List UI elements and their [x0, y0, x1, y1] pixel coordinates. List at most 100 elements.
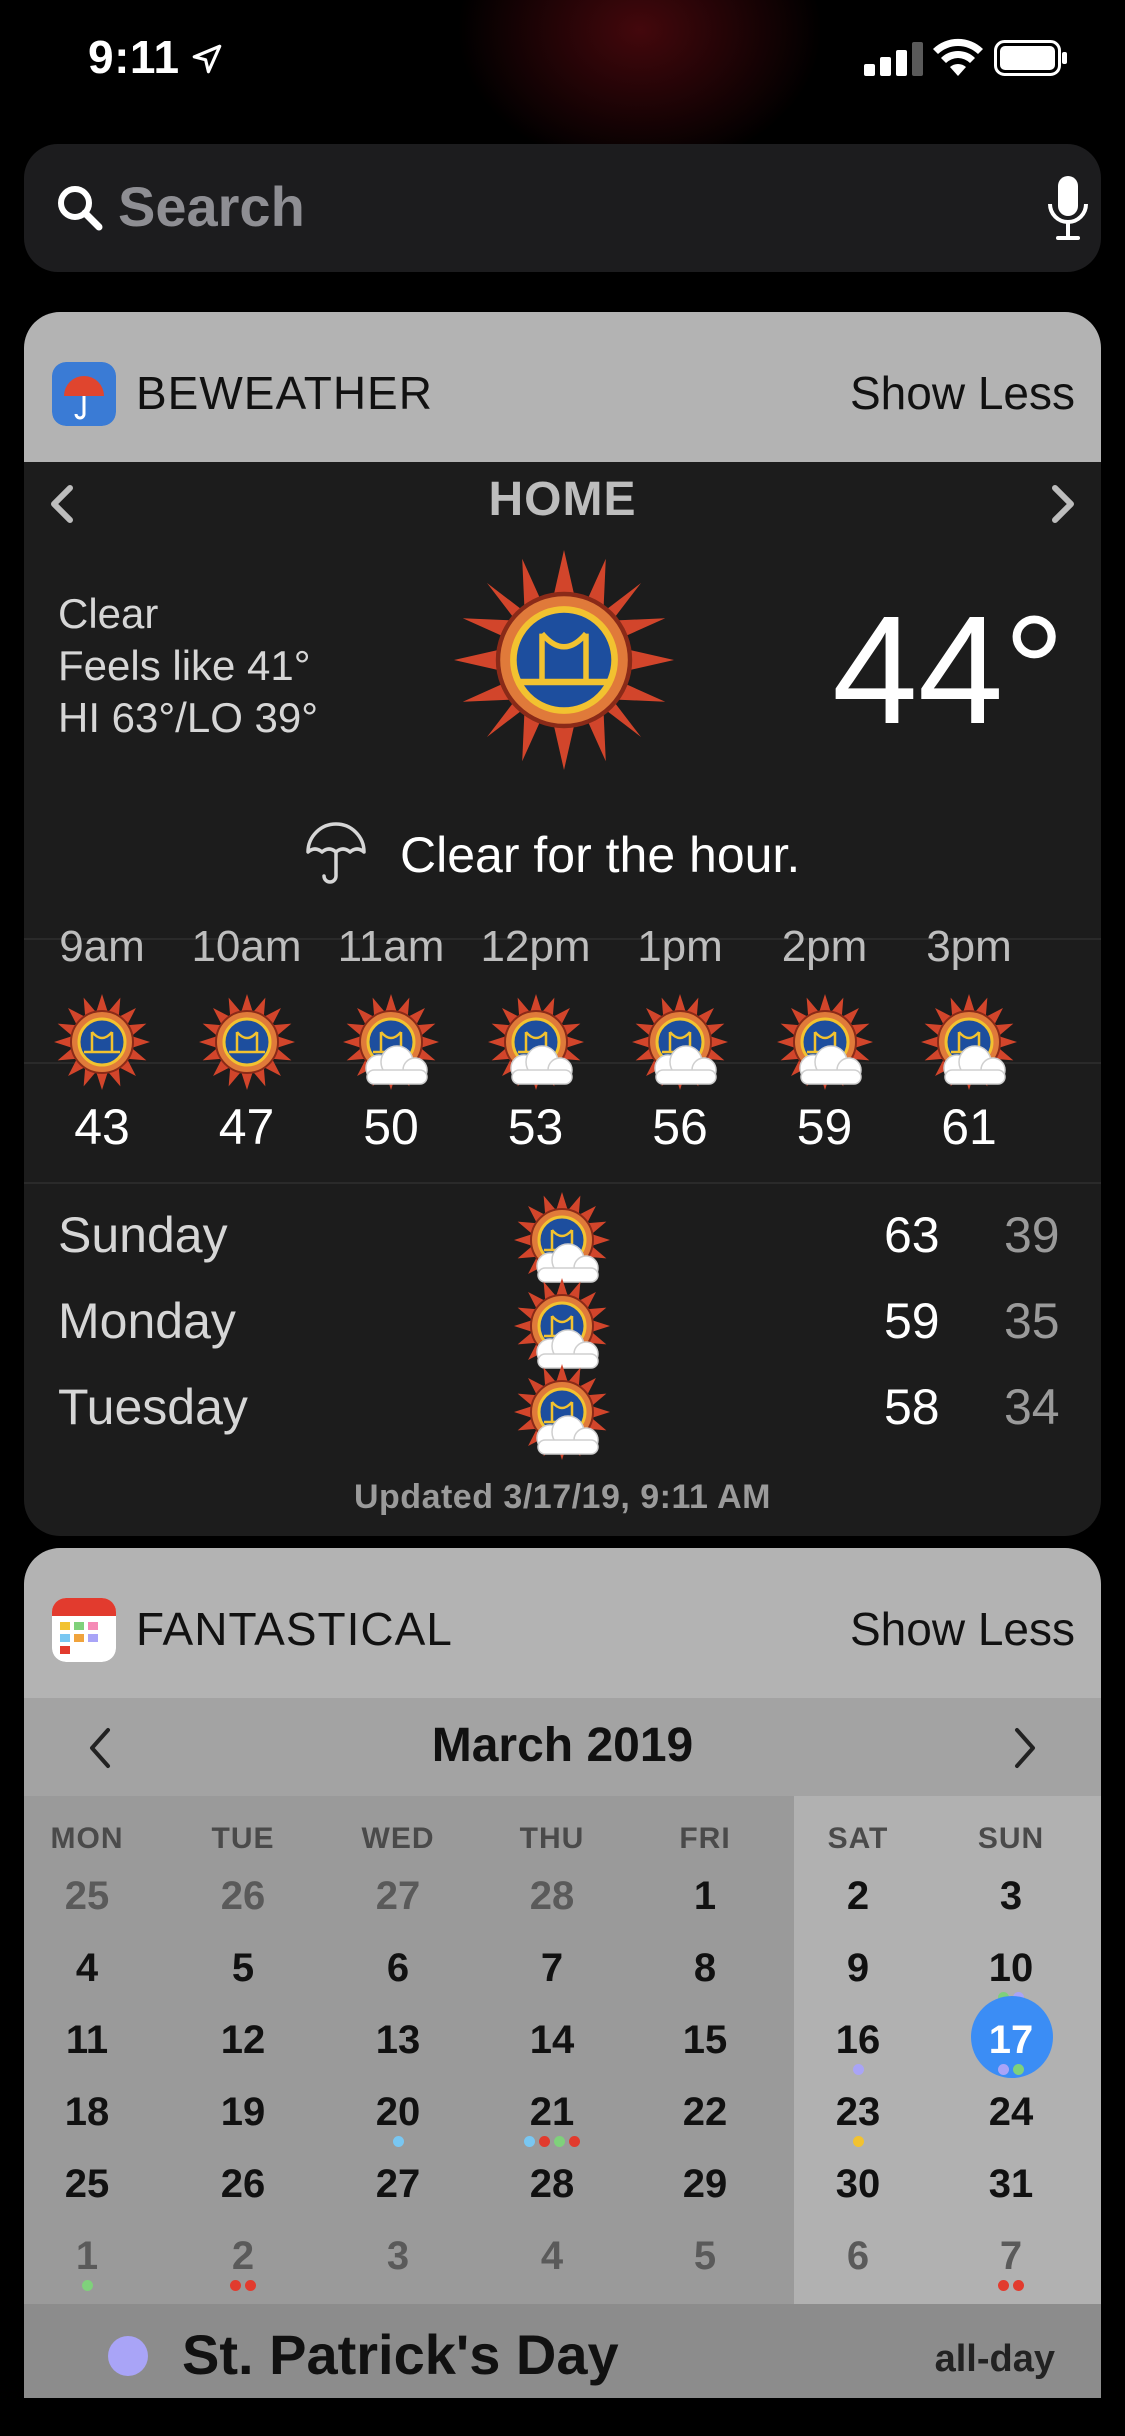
- calendar-day[interactable]: 5: [173, 1938, 313, 2010]
- widget-header: BEWEATHER Show Less: [24, 312, 1101, 462]
- calendar-day[interactable]: 25: [24, 2154, 157, 2226]
- calendar-day[interactable]: 4: [482, 2226, 622, 2298]
- hourly-item: 12pm 53: [466, 922, 606, 1156]
- calendar-day[interactable]: 11: [24, 2010, 157, 2082]
- calendar-day-number: 8: [693, 1946, 717, 1990]
- calendar-day-number: 5: [693, 2234, 717, 2278]
- calendar-day-number: 15: [682, 2018, 728, 2062]
- calendar-day[interactable]: 5: [635, 2226, 775, 2298]
- weather-body: HOME Clear Feels like 41° HI 63°/LO 39°: [24, 462, 1101, 1536]
- calendar-day[interactable]: 28: [482, 1866, 622, 1938]
- hourly-time: 1pm: [637, 922, 723, 971]
- calendar-day-number: 6: [386, 1946, 410, 1990]
- calendar-day[interactable]: 21: [482, 2082, 622, 2154]
- weekday-label: MON: [50, 1822, 124, 1855]
- hourly-time: 2pm: [781, 922, 868, 971]
- calendar-day[interactable]: 18: [24, 2082, 157, 2154]
- event-dots: [328, 2136, 468, 2152]
- calendar-day[interactable]: 9: [788, 1938, 928, 2010]
- hourly-temp: 53: [507, 1099, 564, 1155]
- calendar-day[interactable]: 3: [941, 1866, 1081, 1938]
- chevron-right-icon[interactable]: [1007, 1720, 1043, 1776]
- hourly-item: 10am 47: [177, 922, 317, 1156]
- beweather-app-icon: [52, 362, 116, 426]
- calendar-day-number: 3: [999, 1874, 1023, 1918]
- location-title: HOME: [488, 473, 637, 526]
- microphone-icon[interactable]: [1042, 174, 1094, 244]
- calendar-day-number: 21: [529, 2090, 575, 2134]
- calendar-day[interactable]: 25: [24, 1866, 157, 1938]
- calendar-day[interactable]: 31: [941, 2154, 1081, 2226]
- calendar-day-number: 4: [540, 2234, 564, 2278]
- weekday-label: TUE: [211, 1822, 275, 1855]
- hourly-temp: 43: [74, 1099, 130, 1155]
- status-bar: 9:11: [0, 0, 1125, 120]
- day-high: 63: [884, 1207, 940, 1263]
- calendar-day-number: 29: [682, 2162, 728, 2206]
- calendar-day-number: 17: [988, 2018, 1034, 2062]
- calendar-day[interactable]: 23: [788, 2082, 928, 2154]
- calendar-day[interactable]: 14: [482, 2010, 622, 2082]
- calendar-day[interactable]: 6: [788, 2226, 928, 2298]
- battery-icon: [994, 40, 1067, 76]
- calendar-day[interactable]: 8: [635, 1938, 775, 2010]
- calendar-day-number: 27: [375, 2162, 421, 2206]
- show-less-button[interactable]: Show Less: [850, 366, 1075, 420]
- umbrella-icon: [306, 822, 366, 884]
- daily-row: Monday 59 35: [24, 1278, 1101, 1374]
- beweather-widget: BEWEATHER Show Less HOME Clear Feels lik…: [24, 312, 1101, 1536]
- calendar-day-number: 12: [220, 2018, 266, 2062]
- event-title: St. Patrick's Day: [182, 2323, 619, 2386]
- day-name: Tuesday: [58, 1379, 248, 1435]
- calendar-day[interactable]: 19: [173, 2082, 313, 2154]
- show-less-button[interactable]: Show Less: [850, 1602, 1075, 1656]
- search-input[interactable]: Search: [118, 174, 305, 239]
- calendar-day[interactable]: 24: [941, 2082, 1081, 2154]
- calendar-day-number: 25: [64, 1874, 110, 1918]
- calendar-day[interactable]: 2: [788, 1866, 928, 1938]
- hourly-temp: 47: [218, 1099, 275, 1155]
- event-dot: [392, 2136, 404, 2147]
- event-row[interactable]: St. Patrick's Day all-day: [24, 2304, 1101, 2398]
- calendar-day[interactable]: 4: [24, 1938, 157, 2010]
- calendar-day[interactable]: 13: [328, 2010, 468, 2082]
- calendar-day[interactable]: 1: [635, 1866, 775, 1938]
- wifi-icon: [933, 38, 983, 76]
- calendar-day[interactable]: 16: [788, 2010, 928, 2082]
- calendar-day[interactable]: 1: [24, 2226, 157, 2298]
- event-dot: [554, 2136, 565, 2147]
- partly-cloudy-icon: [514, 1278, 610, 1374]
- calendar-day[interactable]: 27: [328, 2154, 468, 2226]
- calendar-day[interactable]: 3: [328, 2226, 468, 2298]
- calendar-day[interactable]: 30: [788, 2154, 928, 2226]
- calendar-day[interactable]: 2: [173, 2226, 313, 2298]
- weekday-label: SAT: [827, 1822, 889, 1855]
- calendar-day[interactable]: 27: [328, 1866, 468, 1938]
- calendar-day-number: 27: [375, 1874, 421, 1918]
- calendar-day[interactable]: 26: [173, 2154, 313, 2226]
- hourly-temp: 50: [363, 1099, 419, 1155]
- calendar-day[interactable]: 17: [941, 1996, 1081, 2082]
- partly-cloudy-icon: [632, 994, 728, 1090]
- day-high: 59: [884, 1293, 940, 1349]
- event-dot: [852, 2064, 864, 2075]
- calendar-day[interactable]: 7: [941, 2226, 1081, 2298]
- calendar-day[interactable]: 20: [328, 2082, 468, 2154]
- current-temperature: 44°: [832, 584, 1065, 756]
- calendar-day[interactable]: 15: [635, 2010, 775, 2082]
- event-dot: [230, 2280, 241, 2291]
- calendar-day[interactable]: 7: [482, 1938, 622, 2010]
- calendar-day-number: 3: [386, 2234, 410, 2278]
- chevron-right-icon[interactable]: [1043, 474, 1083, 534]
- day-name: Sunday: [58, 1207, 228, 1263]
- calendar-day[interactable]: 29: [635, 2154, 775, 2226]
- search-bar[interactable]: Search: [24, 144, 1101, 272]
- calendar-day[interactable]: 28: [482, 2154, 622, 2226]
- event-dots: [788, 2064, 928, 2080]
- calendar-day[interactable]: 6: [328, 1938, 468, 2010]
- weekday-label: SUN: [977, 1822, 1045, 1855]
- calendar-day[interactable]: 26: [173, 1866, 313, 1938]
- event-dots: [482, 2136, 622, 2152]
- calendar-day[interactable]: 12: [173, 2010, 313, 2082]
- calendar-day[interactable]: 22: [635, 2082, 775, 2154]
